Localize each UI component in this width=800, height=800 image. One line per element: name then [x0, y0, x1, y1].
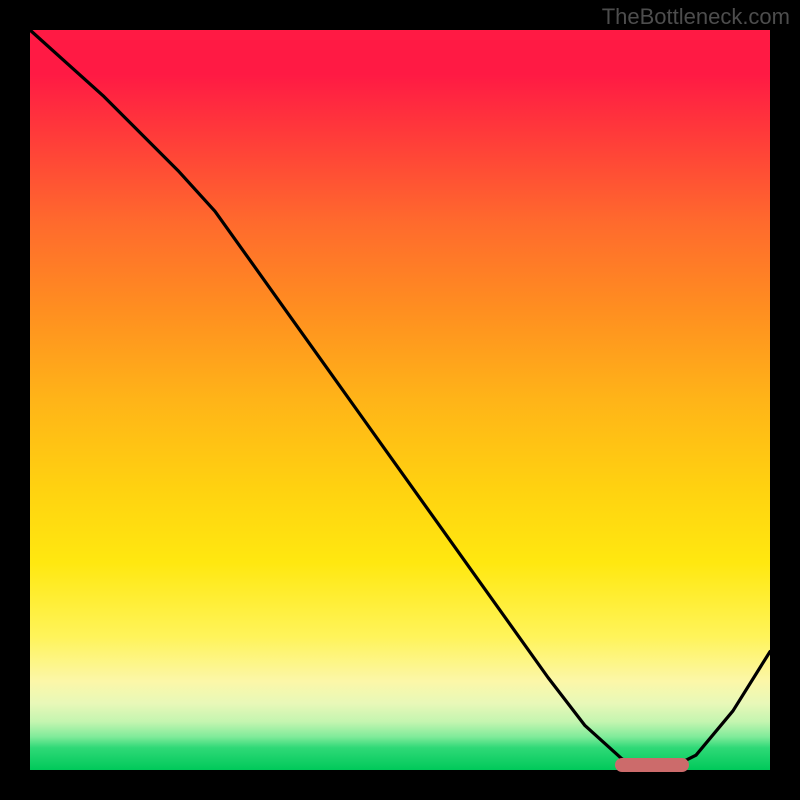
watermark-text: TheBottleneck.com [602, 4, 790, 30]
chart-frame: TheBottleneck.com [0, 0, 800, 800]
plot-area [30, 30, 770, 770]
optimal-range-marker [615, 758, 689, 772]
bottleneck-curve [30, 30, 770, 770]
